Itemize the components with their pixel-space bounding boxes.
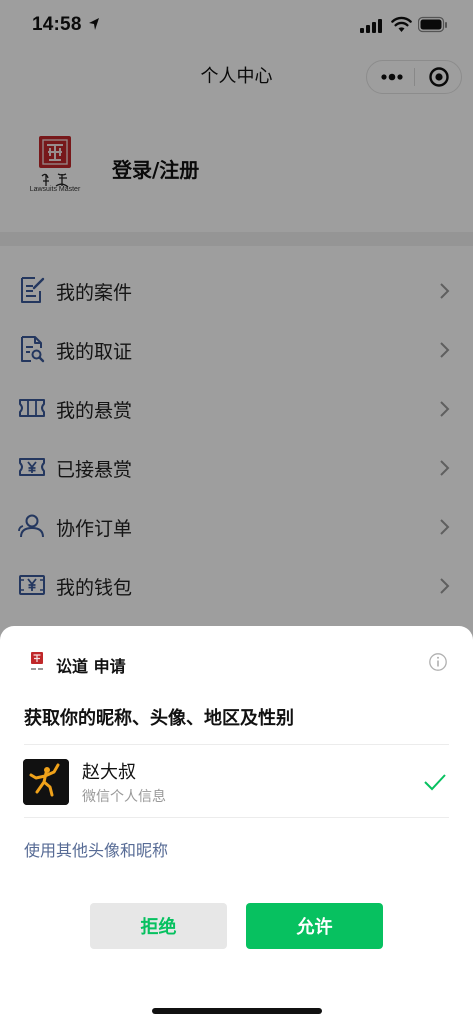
jumpman-icon [23,759,69,805]
info-icon[interactable] [428,652,448,672]
avatar [23,759,69,805]
divider [24,817,449,818]
checkmark-icon [424,774,446,791]
account-option[interactable]: 赵大叔 微信个人信息 [0,746,473,818]
account-subtitle: 微信个人信息 [82,789,166,805]
divider [24,744,449,745]
use-other-avatar-link[interactable]: 使用其他头像和昵称 [24,837,168,861]
allow-button[interactable]: 允许 [246,903,383,949]
requesting-app-name: 讼道 申请 [56,657,126,676]
permission-heading: 获取你的昵称、头像、地区及性别 [24,708,294,729]
reject-button[interactable]: 拒绝 [90,903,227,949]
app-logo-small [31,652,43,670]
account-name: 赵大叔 [82,762,136,783]
home-indicator [152,1008,322,1014]
authorization-sheet: 讼道 申请 获取你的昵称、头像、地区及性别 赵大叔 微信个人信息 使用其他头像和… [0,626,473,1024]
